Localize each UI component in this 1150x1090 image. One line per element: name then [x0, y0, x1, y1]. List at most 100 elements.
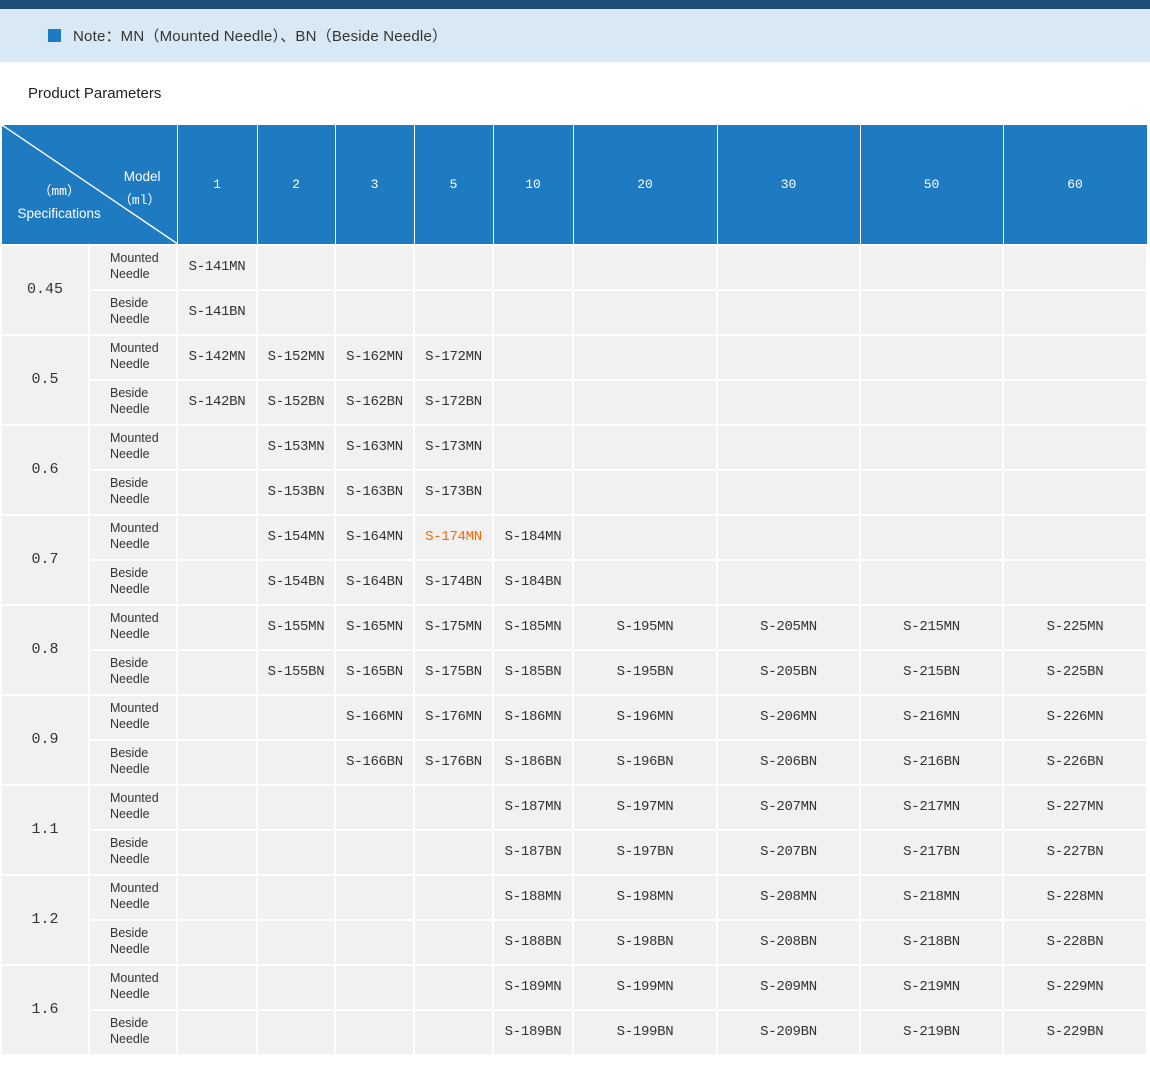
- model-code-cell[interactable]: S-207BN: [717, 830, 860, 875]
- model-code-cell[interactable]: S-188BN: [493, 920, 573, 965]
- model-code-cell[interactable]: S-155BN: [257, 650, 335, 695]
- model-code-cell[interactable]: S-163BN: [335, 470, 414, 515]
- model-code-cell[interactable]: S-141MN: [177, 245, 257, 290]
- model-code-cell[interactable]: S-209BN: [717, 1010, 860, 1055]
- model-code-cell[interactable]: S-219BN: [860, 1010, 1003, 1055]
- model-code-cell[interactable]: S-173MN: [414, 425, 493, 470]
- model-code-cell[interactable]: S-196MN: [573, 695, 717, 740]
- model-code-cell[interactable]: S-215MN: [860, 605, 1003, 650]
- needle-type-cell: Beside Needle: [89, 290, 177, 335]
- model-code-cell[interactable]: S-229BN: [1003, 1010, 1147, 1055]
- empty-cell: [717, 515, 860, 560]
- model-code-cell[interactable]: S-184MN: [493, 515, 573, 560]
- model-code-cell[interactable]: S-189MN: [493, 965, 573, 1010]
- model-code-cell[interactable]: S-154MN: [257, 515, 335, 560]
- model-code-cell[interactable]: S-152BN: [257, 380, 335, 425]
- model-code-cell[interactable]: S-142BN: [177, 380, 257, 425]
- model-code-cell[interactable]: S-185BN: [493, 650, 573, 695]
- model-code-cell[interactable]: S-176BN: [414, 740, 493, 785]
- model-code-cell[interactable]: S-154BN: [257, 560, 335, 605]
- model-code-cell[interactable]: S-226BN: [1003, 740, 1147, 785]
- model-code-cell[interactable]: S-187MN: [493, 785, 573, 830]
- model-code-cell[interactable]: S-164MN: [335, 515, 414, 560]
- model-code-cell[interactable]: S-218BN: [860, 920, 1003, 965]
- model-code-cell[interactable]: S-185MN: [493, 605, 573, 650]
- model-code-cell[interactable]: S-162BN: [335, 380, 414, 425]
- model-code-cell[interactable]: S-152MN: [257, 335, 335, 380]
- model-code-cell[interactable]: S-218MN: [860, 875, 1003, 920]
- empty-cell: [177, 515, 257, 560]
- model-code-cell[interactable]: S-163MN: [335, 425, 414, 470]
- model-code-cell[interactable]: S-186MN: [493, 695, 573, 740]
- model-code-cell[interactable]: S-142MN: [177, 335, 257, 380]
- model-code-cell[interactable]: S-198MN: [573, 875, 717, 920]
- model-code-cell[interactable]: S-199BN: [573, 1010, 717, 1055]
- model-code-cell[interactable]: S-164BN: [335, 560, 414, 605]
- model-code-cell[interactable]: S-172BN: [414, 380, 493, 425]
- model-code-cell[interactable]: S-209MN: [717, 965, 860, 1010]
- model-code-cell[interactable]: S-225BN: [1003, 650, 1147, 695]
- model-code-cell[interactable]: S-174BN: [414, 560, 493, 605]
- model-code-cell[interactable]: S-165BN: [335, 650, 414, 695]
- model-code-cell[interactable]: S-199MN: [573, 965, 717, 1010]
- model-code-cell[interactable]: S-215BN: [860, 650, 1003, 695]
- empty-cell: [335, 920, 414, 965]
- model-code-cell[interactable]: S-197BN: [573, 830, 717, 875]
- empty-cell: [860, 425, 1003, 470]
- model-code-cell[interactable]: S-216BN: [860, 740, 1003, 785]
- top-accent-bar: [0, 0, 1150, 9]
- model-code-cell[interactable]: S-228BN: [1003, 920, 1147, 965]
- model-code-cell[interactable]: S-217BN: [860, 830, 1003, 875]
- model-code-cell[interactable]: S-153MN: [257, 425, 335, 470]
- model-code-cell[interactable]: S-227MN: [1003, 785, 1147, 830]
- model-code-cell[interactable]: S-197MN: [573, 785, 717, 830]
- empty-cell: [257, 920, 335, 965]
- model-code-cell[interactable]: S-195MN: [573, 605, 717, 650]
- model-code-cell[interactable]: S-175BN: [414, 650, 493, 695]
- empty-cell: [414, 875, 493, 920]
- empty-cell: [257, 785, 335, 830]
- model-code-cell[interactable]: S-228MN: [1003, 875, 1147, 920]
- empty-cell: [414, 920, 493, 965]
- model-code-cell[interactable]: S-165MN: [335, 605, 414, 650]
- model-code-cell[interactable]: S-166BN: [335, 740, 414, 785]
- model-code-cell[interactable]: S-155MN: [257, 605, 335, 650]
- model-code-cell[interactable]: S-219MN: [860, 965, 1003, 1010]
- model-code-cell[interactable]: S-216MN: [860, 695, 1003, 740]
- model-code-cell[interactable]: S-162MN: [335, 335, 414, 380]
- model-code-cell[interactable]: S-225MN: [1003, 605, 1147, 650]
- model-code-cell[interactable]: S-166MN: [335, 695, 414, 740]
- model-code-cell[interactable]: S-172MN: [414, 335, 493, 380]
- model-code-cell[interactable]: S-176MN: [414, 695, 493, 740]
- model-code-cell[interactable]: S-205MN: [717, 605, 860, 650]
- model-code-cell[interactable]: S-184BN: [493, 560, 573, 605]
- model-code-cell[interactable]: S-229MN: [1003, 965, 1147, 1010]
- model-code-cell[interactable]: S-206BN: [717, 740, 860, 785]
- model-code-cell[interactable]: S-173BN: [414, 470, 493, 515]
- model-code-cell[interactable]: S-174MN: [414, 515, 493, 560]
- model-code-cell[interactable]: S-217MN: [860, 785, 1003, 830]
- needle-type-cell: Mounted Needle: [89, 245, 177, 290]
- empty-cell: [414, 830, 493, 875]
- model-code-cell[interactable]: S-188MN: [493, 875, 573, 920]
- model-code-cell[interactable]: S-198BN: [573, 920, 717, 965]
- model-code-cell[interactable]: S-186BN: [493, 740, 573, 785]
- empty-cell: [335, 290, 414, 335]
- empty-cell: [860, 335, 1003, 380]
- model-code-cell[interactable]: S-141BN: [177, 290, 257, 335]
- model-code-cell[interactable]: S-187BN: [493, 830, 573, 875]
- model-code-cell[interactable]: S-189BN: [493, 1010, 573, 1055]
- model-code-cell[interactable]: S-175MN: [414, 605, 493, 650]
- model-code-cell[interactable]: S-206MN: [717, 695, 860, 740]
- empty-cell: [177, 920, 257, 965]
- model-code-cell[interactable]: S-196BN: [573, 740, 717, 785]
- needle-type-cell: Mounted Needle: [89, 605, 177, 650]
- model-code-cell[interactable]: S-205BN: [717, 650, 860, 695]
- model-code-cell[interactable]: S-208MN: [717, 875, 860, 920]
- model-code-cell[interactable]: S-227BN: [1003, 830, 1147, 875]
- model-code-cell[interactable]: S-195BN: [573, 650, 717, 695]
- model-code-cell[interactable]: S-226MN: [1003, 695, 1147, 740]
- model-code-cell[interactable]: S-208BN: [717, 920, 860, 965]
- model-code-cell[interactable]: S-207MN: [717, 785, 860, 830]
- model-code-cell[interactable]: S-153BN: [257, 470, 335, 515]
